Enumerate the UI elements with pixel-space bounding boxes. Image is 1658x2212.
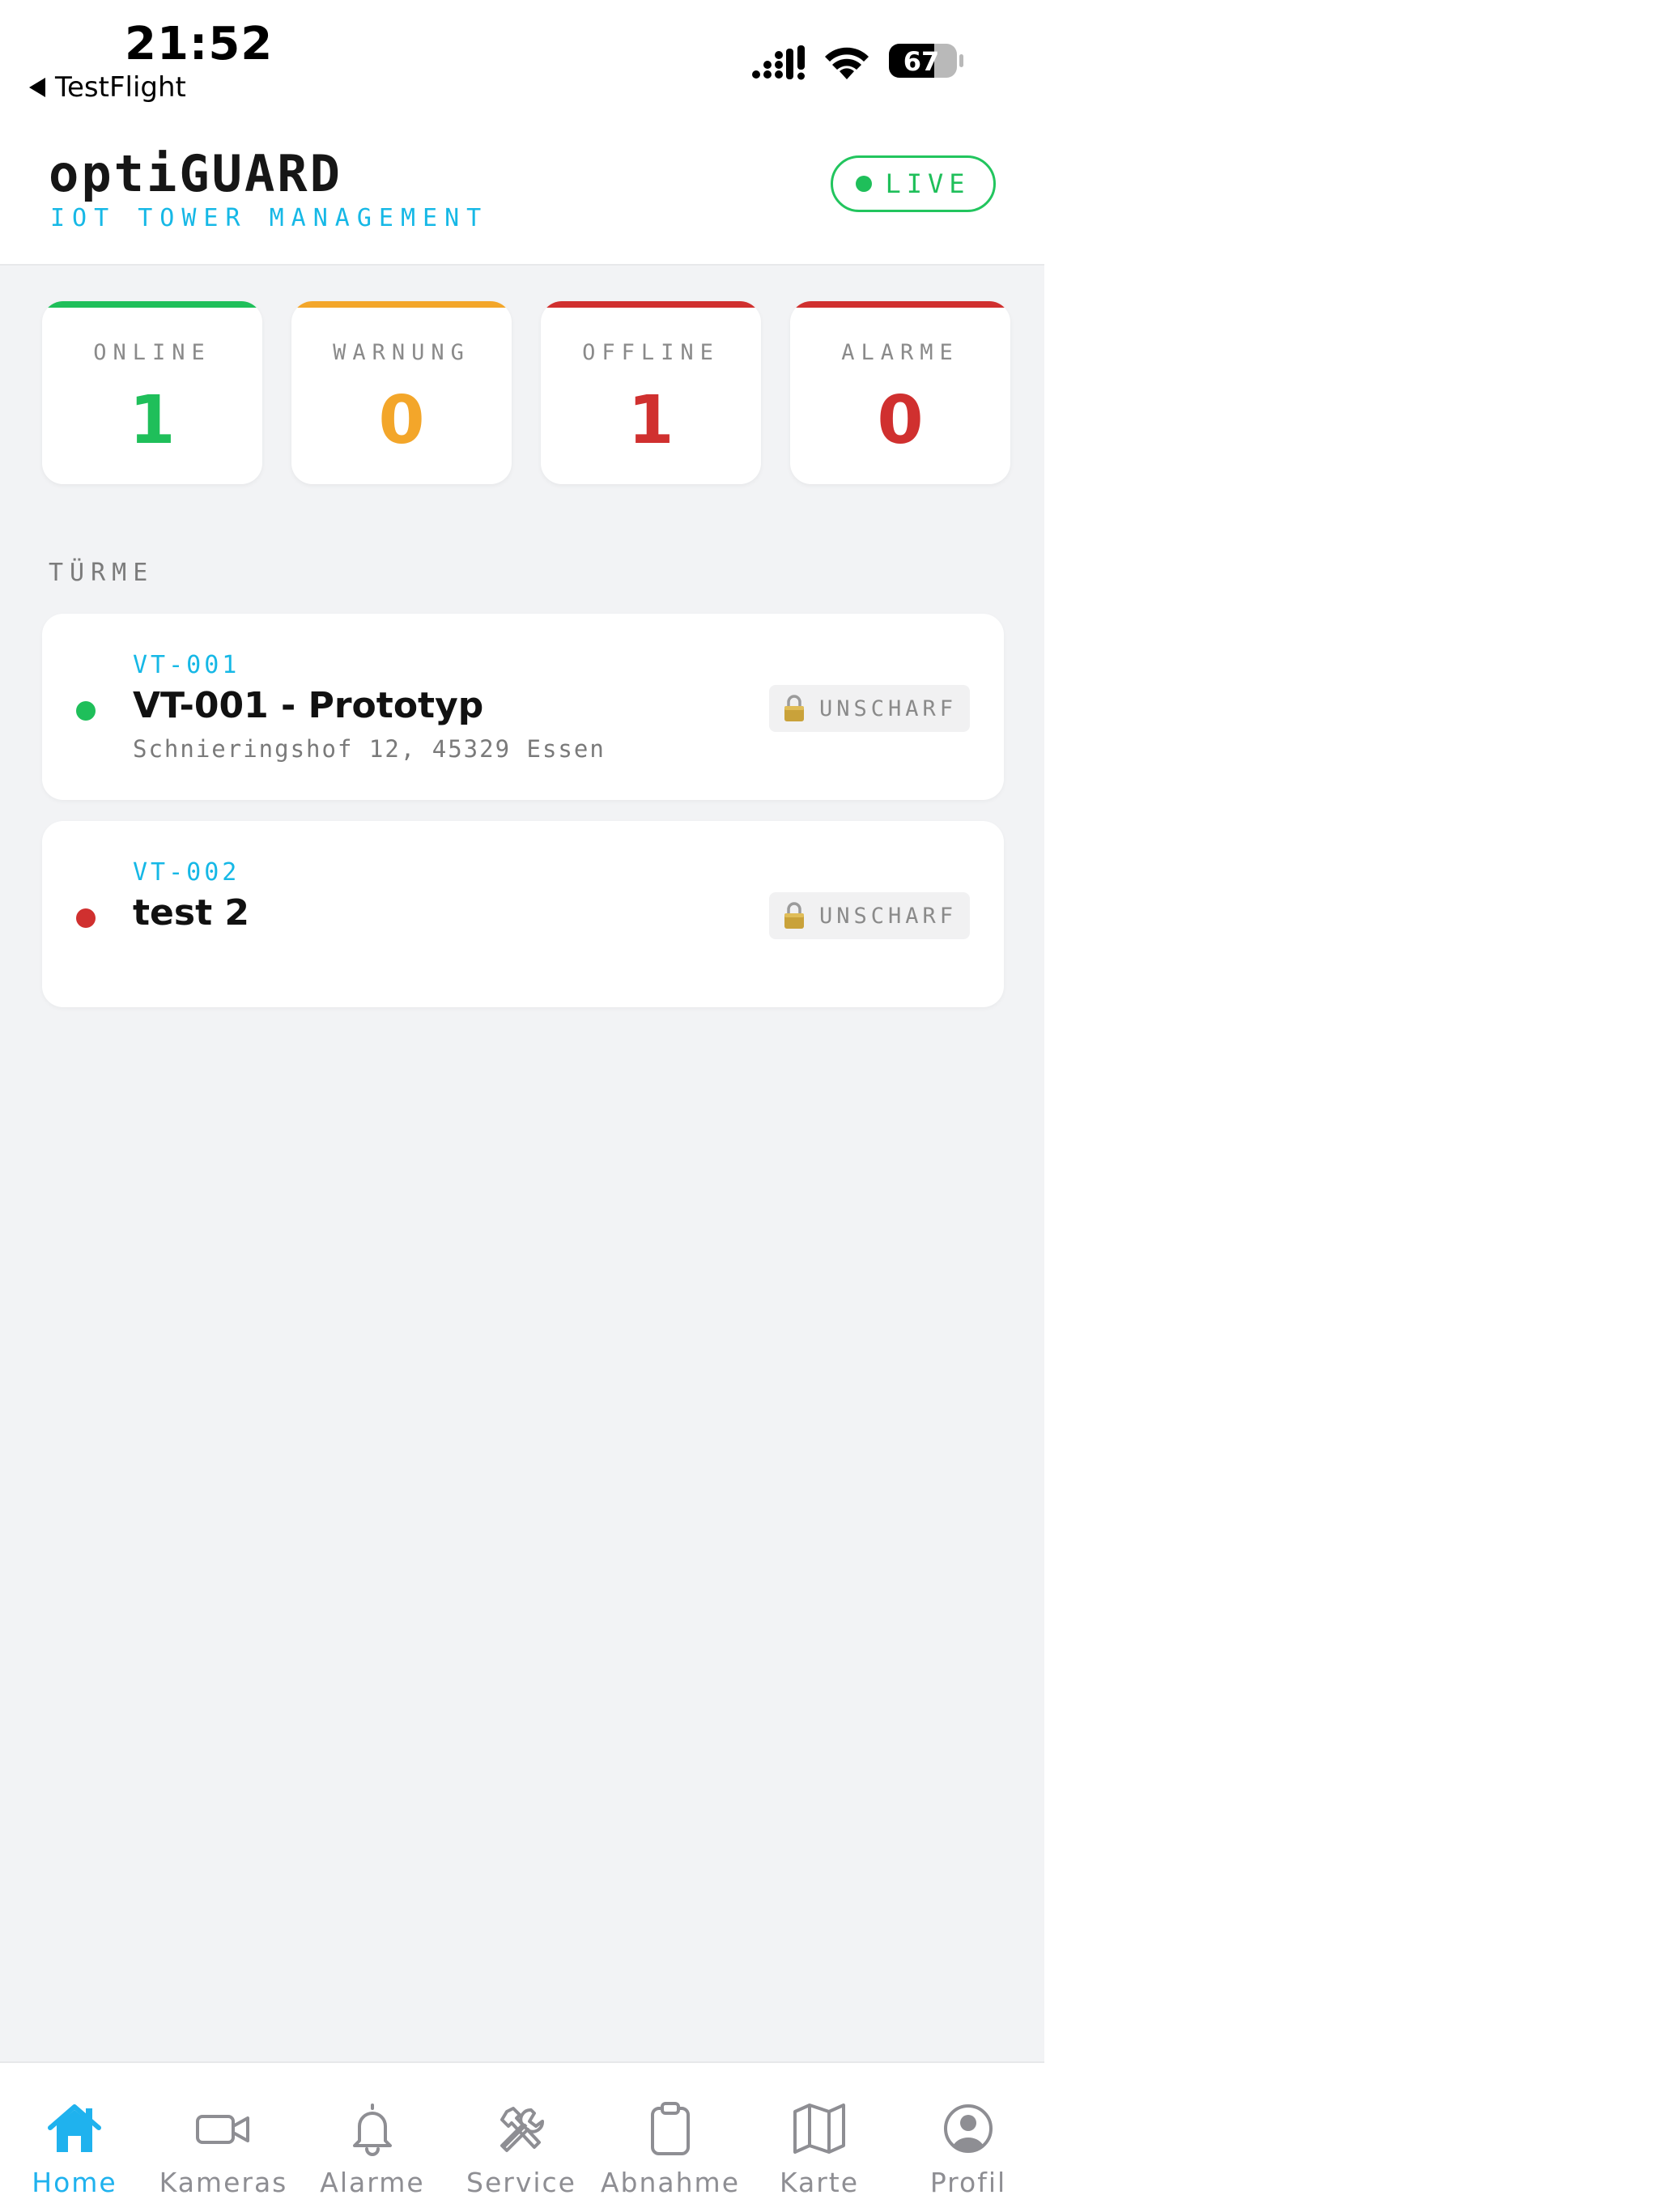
stat-accent-bar	[291, 301, 512, 308]
status-bar: 21:52 TestFlight 67	[0, 0, 1044, 113]
stat-value: 1	[129, 382, 176, 459]
cellular-signal-icon	[752, 45, 805, 80]
arm-state-badge[interactable]: UNSCHARF	[769, 892, 970, 939]
tab-profil[interactable]: Profil	[894, 2063, 1043, 2212]
tower-card[interactable]: VT-001 VT-001 - Prototyp Schnieringshof …	[42, 614, 1004, 800]
app-header: optiGUARD IOT TOWER MANAGEMENT LIVE	[0, 113, 1044, 266]
bottom-tab-bar: Home Kameras Alarme Service Abnahme Kart…	[0, 2061, 1044, 2212]
tab-label: Alarme	[320, 2167, 425, 2198]
back-app-label: TestFlight	[55, 71, 186, 104]
tools-icon	[500, 2107, 544, 2152]
stat-accent-bar	[541, 301, 761, 308]
stat-label: ALARME	[841, 340, 959, 365]
stat-value: 1	[627, 382, 674, 459]
app-screen: 21:52 TestFlight 67 optiGUARD IOT TOWER …	[0, 0, 1044, 2212]
stat-label: WARNUNG	[333, 340, 470, 365]
tower-status-dot	[76, 908, 96, 928]
map-icon	[793, 2104, 845, 2154]
tab-label: Karte	[779, 2167, 860, 2198]
tab-label: Home	[32, 2167, 117, 2198]
arm-state-label: UNSCHARF	[818, 696, 958, 721]
tab-label: Service	[466, 2167, 576, 2198]
stat-card-online[interactable]: ONLINE 1	[42, 301, 262, 484]
tab-alarme[interactable]: Alarme	[298, 2063, 447, 2212]
live-indicator-dot	[856, 176, 873, 192]
wifi-icon	[825, 47, 869, 79]
app-subtitle: IOT TOWER MANAGEMENT	[50, 204, 489, 232]
bell-icon	[353, 2104, 392, 2156]
tower-id: VT-002	[133, 858, 240, 887]
back-to-testflight-link[interactable]: TestFlight	[29, 71, 186, 104]
app-title: optiGUARD	[49, 144, 342, 203]
tower-address: Schnieringshof 12, 45329 Essen	[133, 735, 606, 763]
tower-name: test 2	[133, 892, 250, 934]
stat-accent-bar	[42, 301, 262, 308]
status-time: 21:52	[125, 18, 274, 70]
tab-label: Kameras	[159, 2167, 288, 2198]
lock-icon	[784, 695, 804, 721]
tab-kameras[interactable]: Kameras	[149, 2063, 298, 2212]
tab-service[interactable]: Service	[447, 2063, 596, 2212]
stat-label: OFFLINE	[582, 340, 720, 365]
tab-label: Abnahme	[600, 2167, 741, 2198]
stat-label: ONLINE	[93, 340, 211, 365]
tab-label: Profil	[929, 2167, 1007, 2198]
tower-id: VT-001	[133, 651, 240, 679]
stat-value: 0	[877, 382, 924, 459]
tower-card[interactable]: VT-002 test 2 UNSCHARF	[42, 821, 1004, 1007]
stat-card-alarms[interactable]: ALARME 0	[790, 301, 1010, 484]
clipboard-icon	[651, 2102, 690, 2155]
user-circle-icon	[944, 2104, 993, 2153]
tab-karte[interactable]: Karte	[745, 2063, 894, 2212]
tab-abnahme[interactable]: Abnahme	[596, 2063, 745, 2212]
tower-name: VT-001 - Prototyp	[133, 685, 484, 726]
battery-level: 67	[903, 46, 940, 77]
live-label: LIVE	[885, 168, 971, 199]
arm-state-badge[interactable]: UNSCHARF	[769, 685, 970, 732]
tower-status-dot	[76, 701, 96, 721]
back-arrow-icon	[29, 78, 45, 97]
lock-icon	[784, 902, 804, 929]
tab-home[interactable]: Home	[0, 2063, 149, 2212]
stat-card-offline[interactable]: OFFLINE 1	[541, 301, 761, 484]
live-status-badge: LIVE	[831, 155, 996, 212]
battery-icon: 67	[889, 44, 963, 78]
stat-value: 0	[378, 382, 425, 459]
stat-card-warning[interactable]: WARNUNG 0	[291, 301, 512, 484]
towers-section-title: TÜRME	[49, 559, 155, 587]
video-camera-icon	[196, 2115, 249, 2144]
stat-accent-bar	[790, 301, 1010, 308]
home-icon	[48, 2104, 101, 2152]
arm-state-label: UNSCHARF	[818, 903, 958, 929]
